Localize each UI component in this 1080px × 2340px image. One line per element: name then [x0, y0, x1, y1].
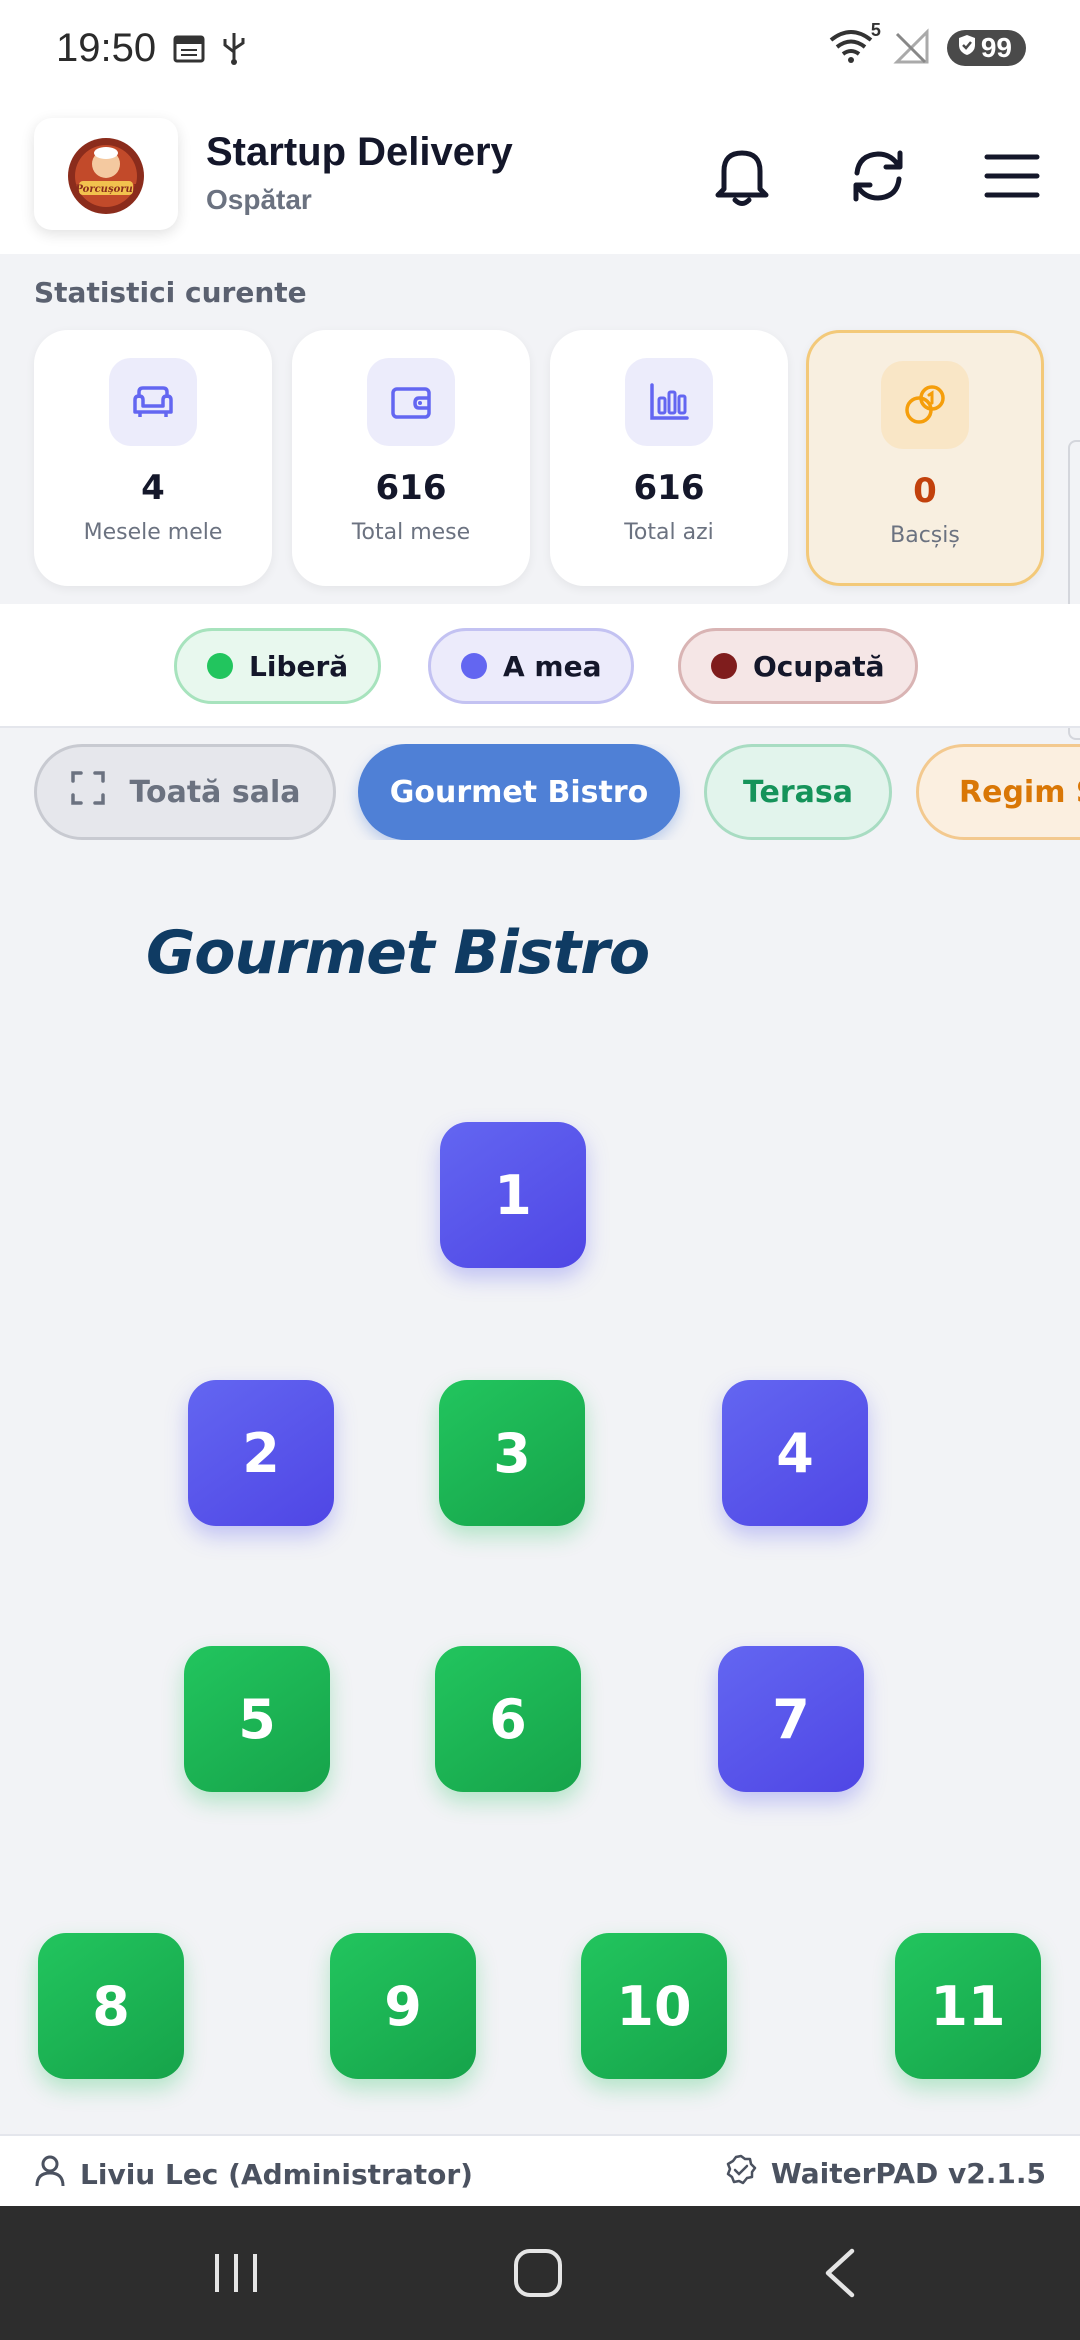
table-10[interactable]: 10 [581, 1933, 727, 2079]
tab-label: Toată sala [129, 774, 301, 810]
notifications-button[interactable] [706, 140, 778, 212]
current-user: Liviu Lec (Administrator) [34, 2154, 473, 2195]
stat-value: 616 [633, 468, 705, 508]
back-icon [825, 2248, 855, 2298]
refresh-button[interactable] [842, 140, 914, 212]
menu-icon [984, 154, 1040, 198]
tab-regim[interactable]: Regim S [916, 744, 1080, 840]
coins-icon [881, 361, 969, 449]
stat-card-total-tables[interactable]: 616 Total mese [292, 330, 530, 586]
tab-label: Terasa [743, 774, 853, 810]
stat-label: Bacșiș [890, 523, 960, 548]
battery-level: 99 [980, 32, 1012, 63]
app-title: Startup Delivery [206, 130, 513, 174]
legend-label: Ocupată [753, 649, 885, 683]
stat-value: 0 [913, 471, 937, 511]
table-5[interactable]: 5 [184, 1646, 330, 1792]
stats-heading: Statistici curente [34, 276, 307, 309]
table-3[interactable]: 3 [439, 1380, 585, 1526]
tab-whole-hall[interactable]: Toată sala [34, 744, 336, 840]
legend-dot-mine [461, 653, 487, 679]
battery-indicator: 99 [946, 30, 1026, 66]
status-legend: Liberă A mea Ocupată [0, 604, 1080, 728]
wallet-icon [367, 358, 455, 446]
legend-occupied[interactable]: Ocupată [678, 628, 918, 704]
stat-card-tips[interactable]: 0 Bacșiș [806, 330, 1044, 586]
stat-card-total-today[interactable]: 616 Total azi [550, 330, 788, 586]
bell-icon [715, 150, 769, 206]
stat-value: 616 [375, 468, 447, 508]
table-4[interactable]: 4 [722, 1380, 868, 1526]
home-button[interactable] [498, 2238, 578, 2308]
usb-icon [220, 30, 248, 70]
legend-label: A mea [503, 649, 602, 683]
user-name: Liviu Lec (Administrator) [80, 2158, 473, 2191]
menu-button[interactable] [976, 140, 1048, 212]
app-version: WaiterPAD v2.1.5 [725, 2154, 1046, 2193]
wifi-icon: 5 [827, 20, 881, 68]
status-time: 19:50 [56, 26, 157, 70]
calendar-icon [172, 32, 206, 68]
stats-section: Statistici curente 4 Mesele mele 616 Tot… [0, 254, 1080, 604]
table-6[interactable]: 6 [435, 1646, 581, 1792]
tab-label: Regim S [959, 774, 1080, 810]
app-header: Porcușorul Startup Delivery Ospătar [0, 100, 1080, 254]
tab-label: Gourmet Bistro [389, 774, 649, 810]
recent-apps-icon [215, 2254, 257, 2292]
home-icon [514, 2249, 562, 2297]
table-1[interactable]: 1 [440, 1122, 586, 1268]
tab-gourmet-bistro[interactable]: Gourmet Bistro [358, 744, 680, 840]
no-signal-icon [891, 28, 931, 68]
legend-label: Liberă [249, 649, 349, 683]
expand-icon [70, 770, 106, 814]
table-7[interactable]: 7 [718, 1646, 864, 1792]
svg-text:Porcușorul: Porcușorul [74, 184, 136, 195]
footer: Liviu Lec (Administrator) WaiterPAD v2.1… [0, 2134, 1080, 2206]
refresh-icon [853, 150, 903, 202]
battery-shield-icon [957, 32, 977, 64]
version-text: WaiterPAD v2.1.5 [770, 2157, 1046, 2190]
tab-terrace[interactable]: Terasa [704, 744, 892, 840]
wifi-label: 5 [870, 20, 881, 40]
legend-dot-free [207, 653, 233, 679]
status-bar: 19:50 5 99 [0, 0, 1080, 100]
back-button[interactable] [800, 2238, 880, 2308]
legend-mine[interactable]: A mea [428, 628, 635, 704]
legend-free[interactable]: Liberă [174, 628, 382, 704]
room-tabs: Toată sala Gourmet Bistro Terasa Regim S [0, 744, 1080, 840]
legend-dot-occupied [711, 653, 737, 679]
floor-title: Gourmet Bistro [146, 918, 650, 988]
bar-chart-icon [625, 358, 713, 446]
stat-label: Total mese [351, 520, 471, 545]
stat-label: Mesele mele [83, 520, 223, 545]
user-icon [34, 2154, 66, 2195]
stat-label: Total azi [624, 520, 714, 545]
stat-card-my-tables[interactable]: 4 Mesele mele [34, 330, 272, 586]
restaurant-logo[interactable]: Porcușorul [34, 118, 178, 230]
logo-image: Porcușorul [68, 138, 144, 214]
table-8[interactable]: 8 [38, 1933, 184, 2079]
sofa-icon [109, 358, 197, 446]
recent-apps-button[interactable] [196, 2238, 276, 2308]
table-9[interactable]: 9 [330, 1933, 476, 2079]
stat-value: 4 [141, 468, 165, 508]
table-11[interactable]: 11 [895, 1933, 1041, 2079]
system-nav-bar [0, 2206, 1080, 2340]
table-2[interactable]: 2 [188, 1380, 334, 1526]
user-role: Ospătar [206, 184, 312, 215]
verified-icon [725, 2154, 757, 2193]
